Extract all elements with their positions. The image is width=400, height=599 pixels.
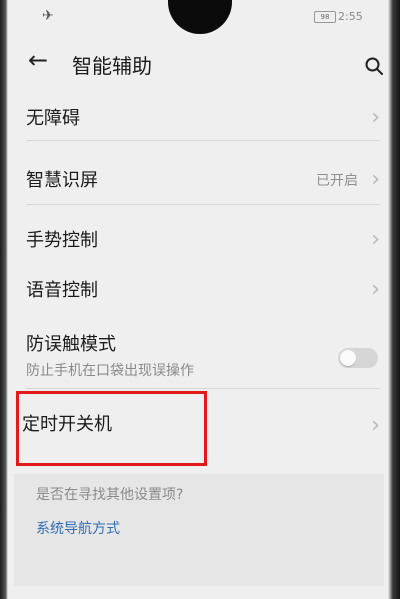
camera-notch — [168, 0, 232, 34]
setting-description: 防止手机在口袋出现误操作 — [26, 363, 194, 379]
chevron-right-icon: › — [371, 167, 380, 192]
setting-label: 无障碍 — [26, 108, 80, 129]
chevron-right-icon: › — [371, 413, 380, 438]
airplane-icon: ✈ — [42, 8, 54, 24]
setting-item-accidental-touch-mode[interactable]: 防误触模式 防止手机在口袋出现误操作 — [0, 326, 400, 384]
chevron-right-icon: › — [371, 277, 380, 302]
page-title: 智能辅助 — [72, 54, 152, 78]
back-arrow-icon[interactable]: ← — [28, 48, 48, 72]
search-icon[interactable] — [364, 56, 384, 76]
setting-item-accessibility[interactable]: 无障碍 › — [0, 96, 400, 136]
phone-screen: ✈ 98 2:55 ← 智能辅助 无障碍 › 智慧识屏 已开启 › 手势控制 ›… — [0, 0, 400, 599]
setting-label: 防误触模式 — [26, 334, 116, 355]
setting-status-value: 已开启 — [316, 173, 358, 189]
phone-bezel-right — [388, 0, 400, 599]
app-header: ← 智能辅助 — [0, 44, 400, 84]
setting-label: 语音控制 — [26, 280, 98, 301]
highlight-box — [16, 391, 207, 466]
divider — [26, 140, 380, 141]
suggestion-link-navigation[interactable]: 系统导航方式 — [36, 518, 120, 538]
setting-item-smart-screen-recognition[interactable]: 智慧识屏 已开启 › — [0, 158, 400, 202]
suggestion-card: 是否在寻找其他设置项? 系统导航方式 — [14, 474, 384, 586]
setting-item-voice-control[interactable]: 语音控制 › — [0, 270, 400, 310]
divider — [26, 204, 380, 205]
phone-bezel-left — [0, 0, 8, 599]
setting-label: 手势控制 — [26, 230, 98, 251]
suggestion-question: 是否在寻找其他设置项? — [36, 487, 184, 503]
chevron-right-icon: › — [371, 227, 380, 252]
divider — [26, 388, 380, 389]
chevron-right-icon: › — [371, 105, 380, 130]
toggle-knob — [340, 350, 356, 366]
battery-icon: 98 — [314, 11, 336, 23]
setting-label: 智慧识屏 — [26, 170, 98, 191]
accidental-touch-toggle[interactable] — [338, 348, 378, 368]
status-time: 2:55 — [338, 10, 363, 23]
setting-item-gesture-control[interactable]: 手势控制 › — [0, 220, 400, 260]
